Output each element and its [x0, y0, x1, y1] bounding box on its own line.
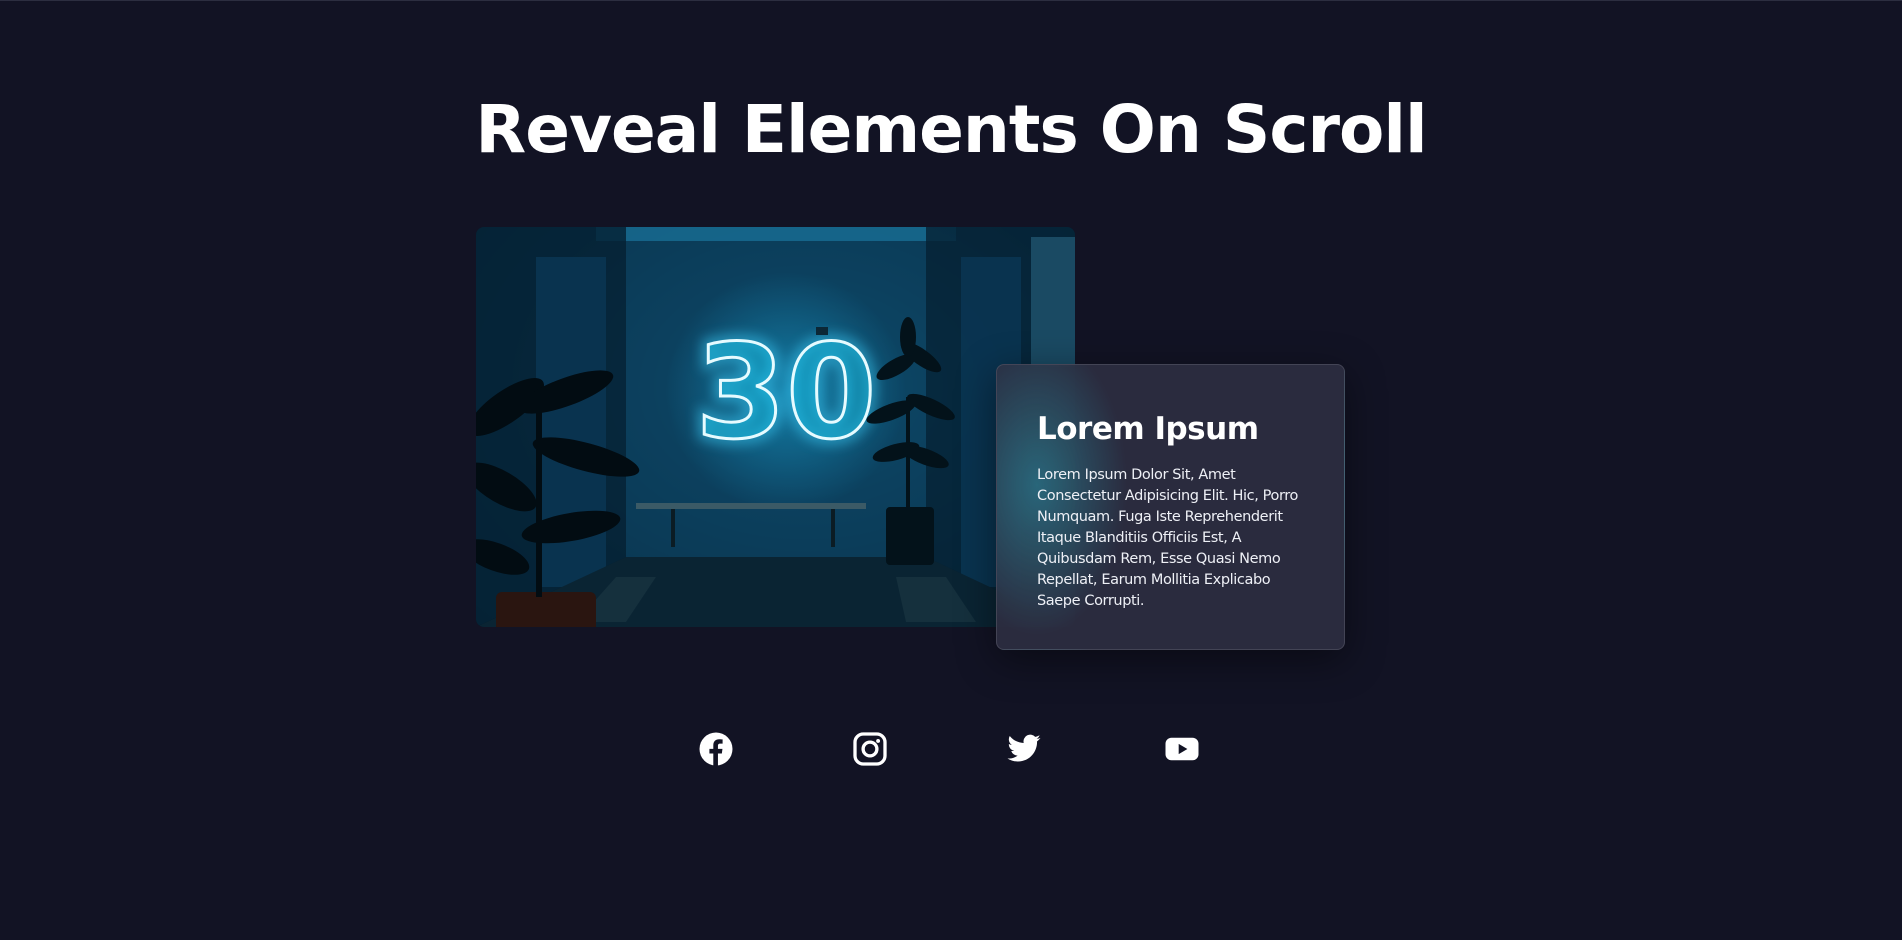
hero-image: 30 30	[476, 227, 1075, 627]
instagram-icon	[853, 732, 887, 766]
facebook-icon	[699, 732, 733, 766]
youtube-link[interactable]	[1164, 731, 1200, 767]
neon-sign: 30	[696, 316, 877, 468]
neon-room-illustration: 30 30	[476, 227, 1075, 627]
info-card: Lorem Ipsum Lorem Ipsum Dolor Sit, Amet …	[996, 364, 1345, 650]
page: Reveal Elements On Scroll 30 30 Lorem Ip…	[0, 0, 1902, 940]
card-title: Lorem Ipsum	[1037, 411, 1259, 447]
twitter-link[interactable]	[1006, 731, 1042, 767]
facebook-link[interactable]	[698, 731, 734, 767]
twitter-icon	[1007, 734, 1041, 762]
instagram-link[interactable]	[852, 731, 888, 767]
card-text: Lorem Ipsum Dolor Sit, Amet Consectetur …	[1037, 467, 1298, 609]
page-title: Reveal Elements On Scroll	[475, 91, 1427, 168]
youtube-icon	[1165, 737, 1199, 761]
social-links	[0, 731, 1902, 771]
